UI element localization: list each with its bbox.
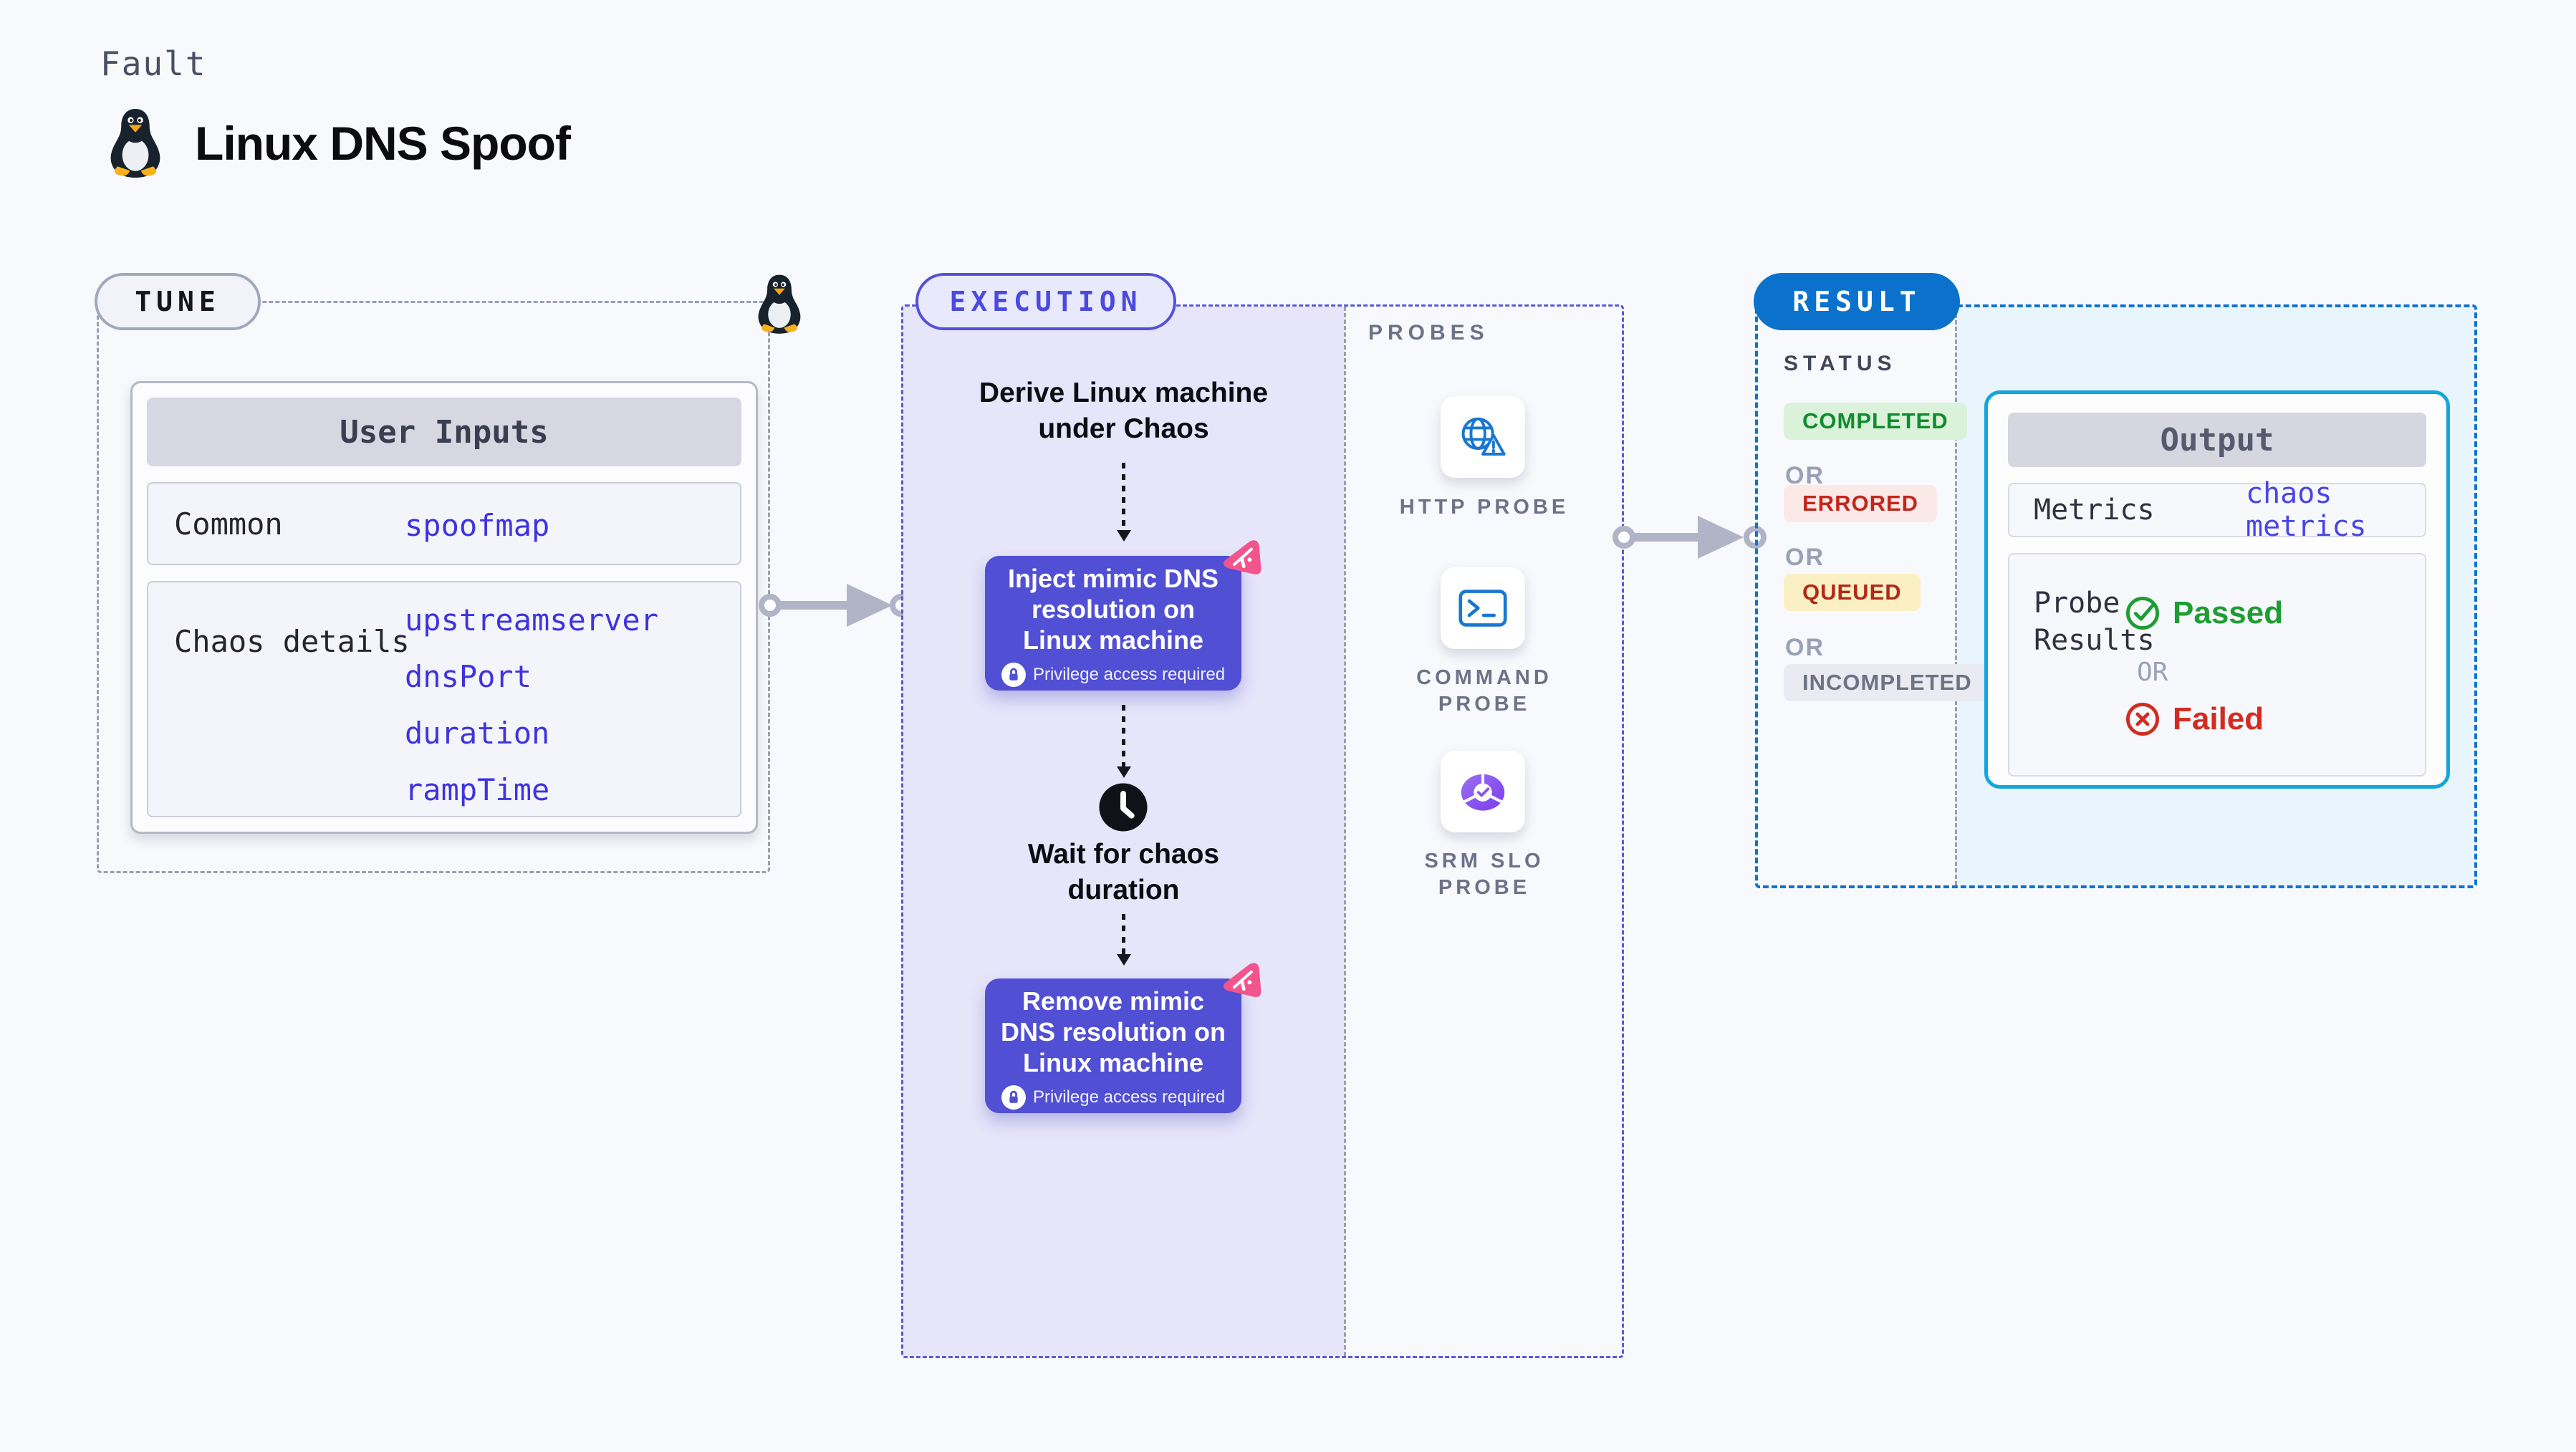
srm-slo-probe-label: SRM SLO PROBE	[1424, 850, 1544, 899]
metrics-value: chaos metrics	[2246, 477, 2367, 543]
status-badge-errored: ERRORED	[1784, 485, 1938, 522]
input-row-chaos-details: Chaos details upstreamserver dnsPort dur…	[147, 581, 741, 817]
input-value: rampTime	[405, 772, 550, 807]
privilege-note: Privilege access required	[1001, 1085, 1225, 1110]
result-section: STATUS COMPLETED OR ERRORED OR QUEUED OR…	[1755, 304, 2477, 888]
or-label: OR	[1785, 634, 1825, 661]
http-globe-warning-icon	[1461, 417, 1506, 456]
status-title: STATUS	[1784, 352, 1897, 375]
failed-label: Failed	[2173, 701, 2264, 736]
metrics-label: Metrics	[2034, 494, 2155, 527]
command-probe-card	[1441, 567, 1525, 649]
or-label: OR	[1785, 544, 1825, 571]
http-probe-label: HTTP PROBE	[1399, 496, 1570, 519]
input-value: duration	[405, 716, 550, 751]
passed-label: Passed	[2173, 595, 2284, 630]
page-title: Linux DNS Spoof	[195, 117, 571, 170]
execution-stage-badge: EXECUTION	[915, 273, 1176, 330]
input-row-label: Chaos details	[174, 624, 410, 659]
failed-verdict: Failed	[2124, 701, 2264, 738]
probe-results-row: Probe Results Passed OR Failed	[2008, 553, 2426, 777]
status-badge-completed: COMPLETED	[1784, 403, 1967, 440]
derive-machine-label: Derive Linux machine under Chaos	[979, 378, 1269, 444]
arrow-head-icon	[847, 584, 893, 627]
tune-section: User Inputs Common spoofmap Chaos detail…	[97, 274, 801, 873]
fault-kicker: Fault	[100, 44, 207, 83]
inject-dns-node: Inject mimic DNS resolution on Linux mac…	[985, 556, 1241, 691]
flow-arrow-icon	[1122, 914, 1125, 954]
privilege-note-text: Privilege access required	[1032, 664, 1226, 684]
input-value: upstreamserver	[405, 602, 659, 638]
user-inputs-title: User Inputs	[147, 398, 741, 466]
probes-divider	[1344, 307, 1346, 1356]
fault-diagram: Fault Linux DNS Spoof User Inputs Common…	[0, 0, 2576, 1452]
metrics-row: Metrics chaos metrics	[2008, 477, 2426, 543]
arrow-head-icon	[1698, 516, 1744, 559]
srm-slo-donut-check-icon	[1461, 772, 1505, 811]
user-inputs-card: User Inputs Common spoofmap Chaos detail…	[130, 381, 758, 834]
output-card: Output Metrics chaos metrics Probe Resul…	[1984, 390, 2450, 789]
lock-icon	[1001, 1085, 1026, 1110]
privilege-note: Privilege access required	[1001, 662, 1226, 687]
or-label: OR	[2137, 658, 2168, 687]
check-circle-icon	[2125, 596, 2160, 630]
wait-clock-icon	[1099, 783, 1148, 832]
passed-verdict: Passed	[2124, 595, 2283, 632]
input-value: spoofmap	[405, 508, 550, 543]
input-value: dnsPort	[405, 659, 532, 694]
http-probe-card	[1441, 396, 1525, 478]
wait-duration-label: Wait for chaos duration	[1027, 839, 1220, 905]
privilege-note-text: Privilege access required	[1032, 1087, 1226, 1107]
status-badge-incompleted: INCOMPLETED	[1784, 664, 1991, 701]
connector-dot-icon	[759, 594, 782, 617]
x-circle-icon	[2125, 702, 2160, 736]
lock-icon	[1001, 662, 1026, 687]
output-title: Output	[2008, 413, 2426, 467]
command-terminal-icon	[1458, 590, 1507, 627]
tune-stage-badge: TUNE	[95, 273, 261, 330]
inject-node-title: Inject mimic DNS resolution on Linux mac…	[1007, 563, 1219, 655]
remove-dns-node: Remove mimic DNS resolution on Linux mac…	[985, 979, 1241, 1113]
execution-section: Derive Linux machine under Chaos Inject …	[901, 304, 1624, 1358]
connector-dot-icon	[1613, 526, 1635, 549]
result-stage-badge: RESULT	[1754, 273, 1960, 330]
litmus-chaos-icon	[1217, 958, 1263, 1004]
command-probe-label: COMMAND PROBE	[1416, 666, 1552, 716]
input-row-common: Common spoofmap	[147, 482, 741, 565]
status-badge-queued: QUEUED	[1784, 574, 1921, 611]
input-row-label: Common	[174, 506, 283, 542]
remove-node-title: Remove mimic DNS resolution on Linux mac…	[1001, 986, 1226, 1077]
linux-tux-icon	[110, 108, 160, 178]
probes-title: PROBES	[1368, 321, 1489, 345]
input-value-list: upstreamserver dnsPort duration rampTime	[405, 602, 658, 807]
flow-arrow-icon	[1122, 463, 1125, 530]
srm-slo-probe-card	[1441, 751, 1525, 832]
linux-tux-corner-icon	[758, 274, 801, 334]
litmus-chaos-icon	[1217, 536, 1263, 582]
flow-arrow-icon	[1122, 705, 1125, 766]
result-divider	[1955, 307, 1957, 885]
